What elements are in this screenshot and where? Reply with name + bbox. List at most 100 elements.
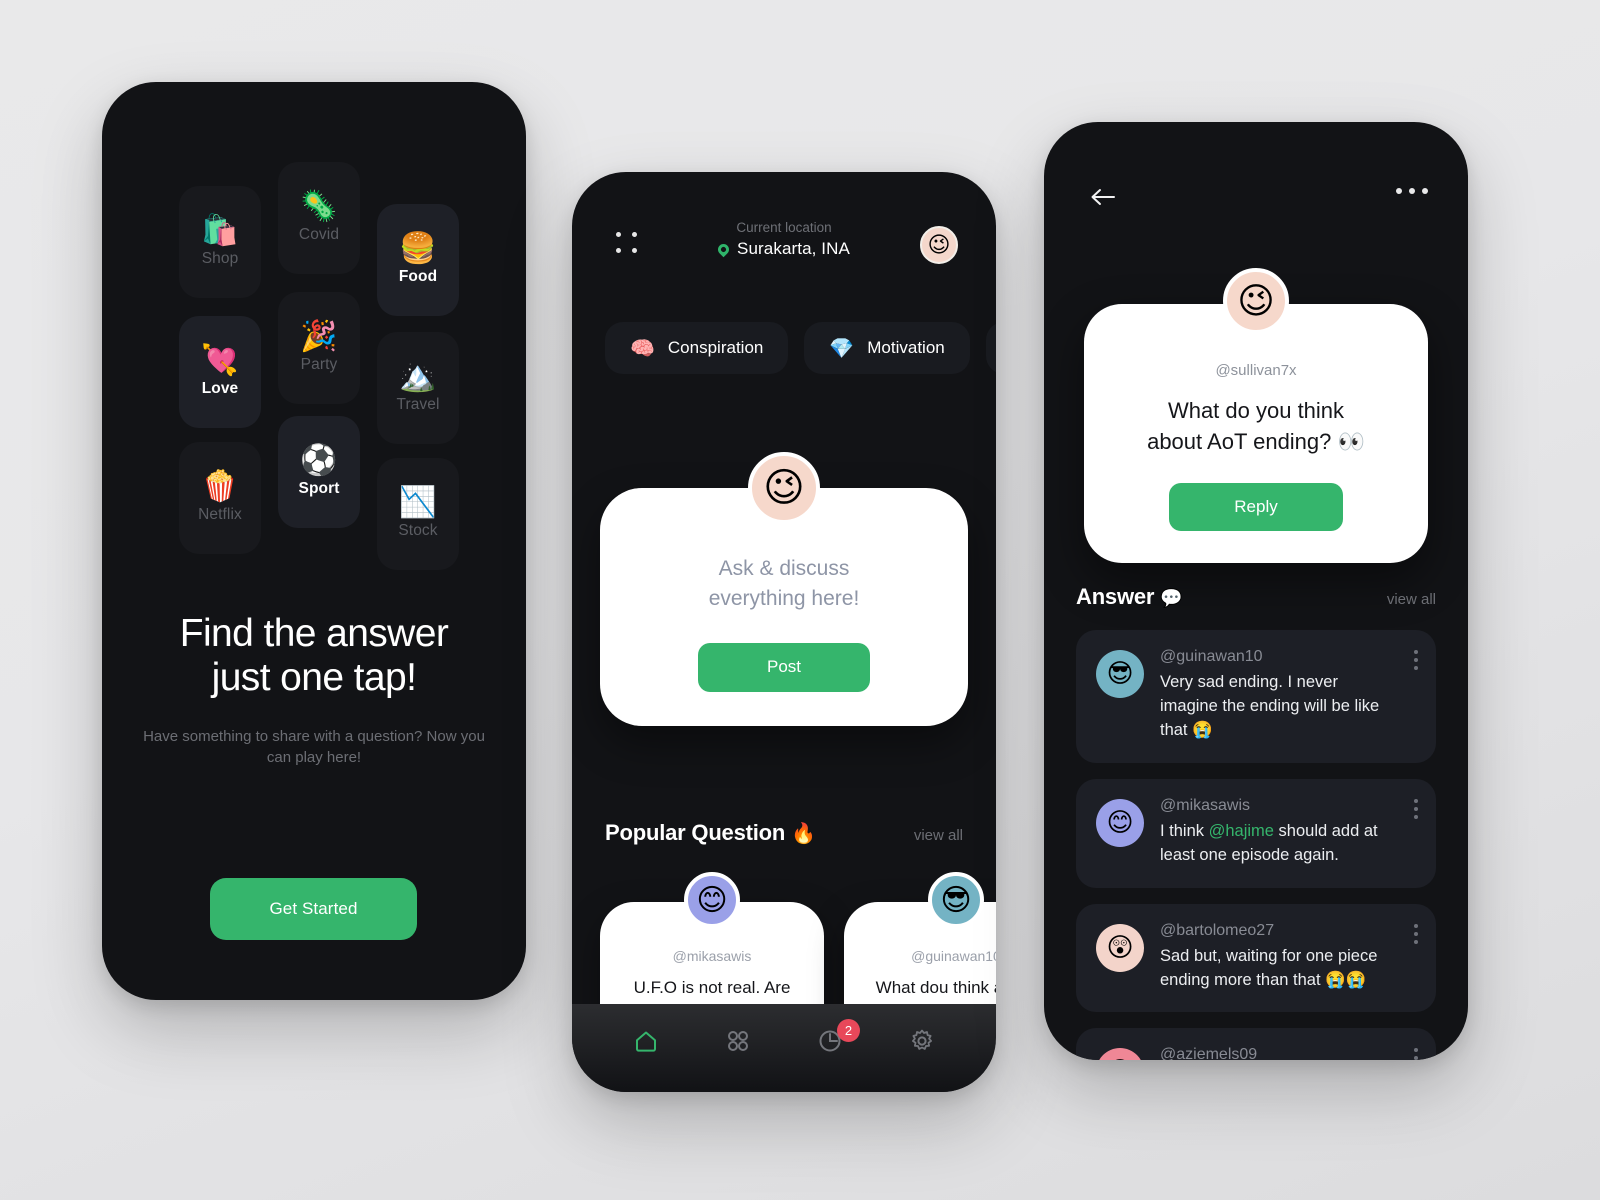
- dot: [1414, 1056, 1418, 1060]
- back-arrow-icon[interactable]: [1088, 182, 1118, 212]
- location-value: Surakarta, INA: [737, 239, 850, 258]
- category-tile-label: Netflix: [198, 506, 242, 523]
- category-tile-label: Stock: [398, 522, 438, 539]
- chip-motivation[interactable]: 💎 Motivation: [804, 322, 970, 374]
- answer-more-icon[interactable]: [1414, 923, 1418, 944]
- mention-link[interactable]: @hajime: [1209, 822, 1274, 840]
- category-tile-party[interactable]: 🎉 Party: [278, 292, 360, 404]
- category-tile-sport[interactable]: ⚽ Sport: [278, 416, 360, 528]
- chip-party[interactable]: 🎉Party: [985, 322, 996, 374]
- answer-more-icon[interactable]: [1414, 798, 1418, 819]
- dot: [1414, 666, 1418, 670]
- avatar: 😉: [1223, 268, 1289, 334]
- answer-text: Sad but, waiting for one piece ending mo…: [1160, 945, 1400, 993]
- more-options-icon[interactable]: [1396, 188, 1428, 194]
- category-tile-label: Shop: [201, 250, 239, 267]
- dot: [1414, 650, 1418, 654]
- question-line-2: about AoT ending? 👀: [1147, 429, 1365, 455]
- answer-more-icon[interactable]: [1414, 650, 1418, 670]
- home-header: Current location Surakarta, INA 😉: [572, 220, 996, 280]
- tab-home[interactable]: [626, 1023, 666, 1063]
- headline-line-2: just one tap!: [211, 656, 417, 700]
- travel-icon: 🏔️: [399, 359, 437, 394]
- ask-text-line-1: Ask & discuss: [718, 557, 850, 580]
- phone-screen-onboarding: 🛍️ Shop 🦠 Covid 🍔 Food 💘 Love 🎉 Party 🏔️ Travel 🍿 Net…: [102, 82, 526, 1000]
- category-tile-love[interactable]: 💘 Love: [179, 316, 261, 428]
- answer-author-handle: @bartolomeo27: [1160, 921, 1275, 939]
- ask-card-text: Ask & discuss everything here!: [624, 554, 944, 615]
- hero-subtitle: Have something to share with a question?…: [143, 727, 485, 766]
- category-tile-covid[interactable]: 🦠 Covid: [278, 162, 360, 274]
- map-pin-icon: [715, 241, 732, 258]
- covid-icon: 🦠: [300, 189, 338, 224]
- headline-line-1: Find the answer: [179, 612, 449, 655]
- netflix-icon: 🍿: [201, 469, 239, 504]
- question-line-1: What do you think: [1167, 398, 1345, 423]
- section-title: Answer 💬: [1076, 584, 1183, 610]
- answer-item[interactable]: 😶 @aziemels09: [1076, 1028, 1436, 1060]
- tab-notifications[interactable]: 2: [810, 1019, 860, 1063]
- chip-label: Motivation: [867, 338, 945, 357]
- tab-explore[interactable]: [718, 1023, 758, 1063]
- avatar[interactable]: 😉: [920, 226, 958, 264]
- answer-list: 😎 @guinawan10 Very sad ending. I never ima…: [1076, 630, 1436, 1060]
- reply-button[interactable]: Reply: [1169, 483, 1343, 532]
- tab-settings[interactable]: [902, 1023, 942, 1063]
- view-all-link[interactable]: view all: [914, 827, 963, 844]
- phone-screen-question-detail: 😉 @sullivan7x What do you think about Ao…: [1044, 122, 1468, 1060]
- hero-text-block: Find the answer just one tap! Have somet…: [130, 612, 498, 768]
- get-started-button[interactable]: Get Started: [210, 878, 417, 940]
- category-tile-label: Sport: [298, 480, 340, 497]
- category-tile-grid: 🛍️ Shop 🦠 Covid 🍔 Food 💘 Love 🎉 Party 🏔️ Travel 🍿 Net…: [174, 146, 466, 570]
- category-chip-row[interactable]: 🧠 Conspiration 💎 Motivation 🎉Party: [605, 322, 996, 374]
- shop-icon: 🛍️: [201, 213, 239, 248]
- dot: [1414, 798, 1418, 803]
- food-icon: 🍔: [399, 231, 437, 266]
- grid-icon: [724, 1027, 752, 1060]
- category-tile-food[interactable]: 🍔 Food: [377, 204, 459, 316]
- category-tile-stock[interactable]: 📉 Stock: [377, 458, 459, 570]
- dot: [1414, 814, 1418, 819]
- page-title: Find the answer just one tap!: [130, 612, 498, 701]
- category-tile-shop[interactable]: 🛍️ Shop: [179, 186, 261, 298]
- post-button[interactable]: Post: [698, 642, 870, 692]
- answer-more-icon[interactable]: [1414, 1048, 1418, 1060]
- category-tile-label: Party: [300, 356, 338, 373]
- category-tile-label: Food: [398, 268, 438, 285]
- avatar: 😊: [1096, 798, 1144, 847]
- detail-header: [1044, 180, 1468, 216]
- answer-item[interactable]: 😲 @bartolomeo27 Sad but, waiting for one p…: [1076, 903, 1436, 1013]
- popular-question-section-header: Popular Question 🔥 view all: [605, 820, 963, 846]
- answer-text-before: Sad but, waiting for one piece ending mo…: [1160, 946, 1378, 989]
- dot: [1409, 188, 1415, 194]
- fire-icon: 🔥: [791, 821, 816, 845]
- dot: [1396, 188, 1402, 194]
- view-all-link[interactable]: view all: [1387, 591, 1436, 608]
- question-card: @sullivan7x What do you think about AoT …: [1084, 304, 1428, 564]
- chip-label: Conspiration: [667, 338, 764, 357]
- dot: [1422, 188, 1428, 194]
- question-text: What do you think about AoT ending? 👀: [1108, 395, 1404, 457]
- avatar: 😊: [684, 872, 740, 928]
- answer-text-before: I think: [1160, 821, 1209, 840]
- category-tile-label: Love: [201, 380, 239, 397]
- question-card-wrapper: 😉 @sullivan7x What do you think about Ao…: [1084, 268, 1428, 564]
- chip-conspiration[interactable]: 🧠 Conspiration: [605, 322, 789, 374]
- avatar: 😉: [748, 452, 820, 524]
- ask-card-wrapper: 😉 Ask & discuss everything here! Post: [600, 452, 968, 726]
- home-icon: [632, 1027, 660, 1060]
- category-tile-netflix[interactable]: 🍿 Netflix: [179, 442, 261, 554]
- question-author-handle: @mikasawis: [672, 948, 752, 964]
- answer-item[interactable]: 😎 @guinawan10 Very sad ending. I never ima…: [1076, 630, 1436, 763]
- conspiration-icon: 🧠: [630, 336, 655, 360]
- question-author-handle: @sullivan7x: [1215, 362, 1297, 379]
- section-title-text: Popular Question: [605, 820, 786, 845]
- question-author-handle: @guinawan10: [911, 948, 996, 964]
- answer-item[interactable]: 😊 @mikasawis I think @hajime should add at…: [1076, 778, 1436, 888]
- avatar: 😲: [1096, 923, 1144, 972]
- bottom-tab-bar: 2: [572, 1004, 996, 1092]
- speech-bubble-icon: 💬: [1160, 588, 1183, 609]
- answer-author-handle: @guinawan10: [1160, 648, 1263, 665]
- category-tile-travel[interactable]: 🏔️ Travel: [377, 332, 459, 444]
- dot: [1414, 923, 1418, 928]
